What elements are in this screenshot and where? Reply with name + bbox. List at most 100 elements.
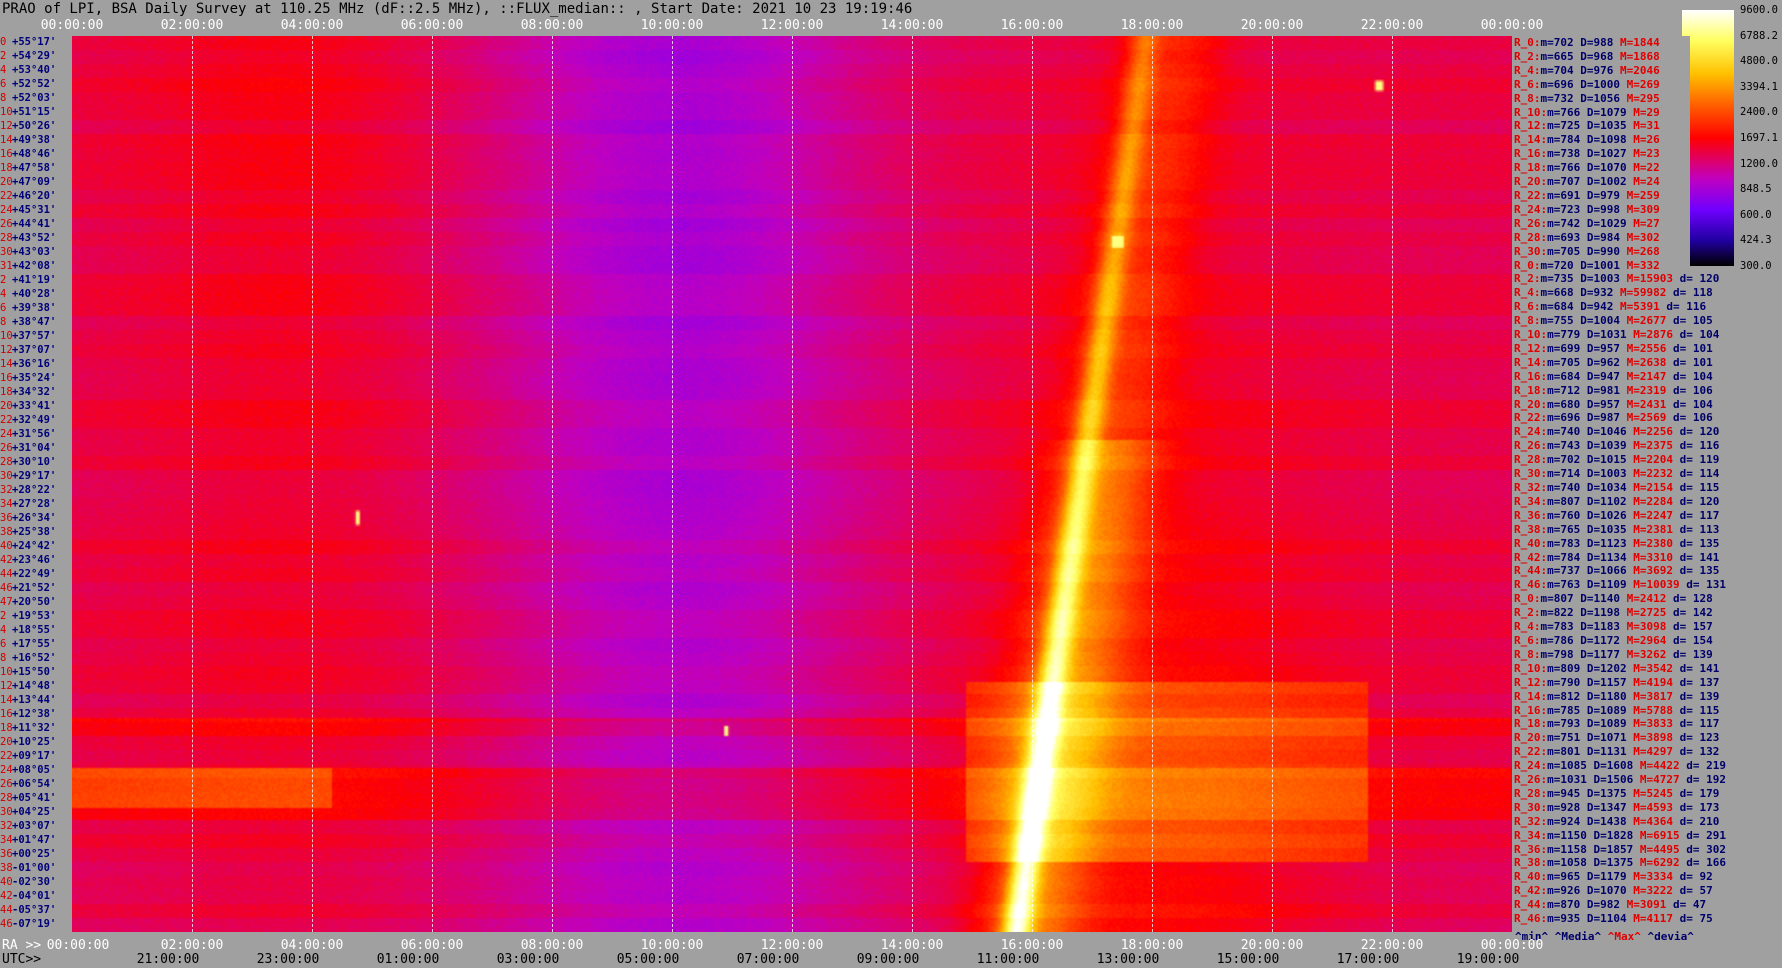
row-index: 40 (0, 876, 13, 888)
stat-max: M=3091 (1626, 898, 1667, 912)
stat-med: D=1026 (1586, 508, 1634, 522)
declination-row-label: 4 +18°55' (0, 624, 72, 636)
stat-max: M=6915 (1639, 828, 1680, 842)
row-index: 4 (0, 624, 7, 636)
row-index: 6 (0, 302, 7, 314)
stat-max: M=3222 (1633, 884, 1673, 898)
row-declination: +12°38' (12, 708, 57, 720)
row-declination: +43°03' (12, 246, 57, 258)
colorbar-tick: 2400.0 (1740, 106, 1778, 119)
row-stat: R_34:m=1150 D=1828 M=6915 d= 291 (1514, 829, 1726, 842)
declination-row-label: 30+04°25' (0, 806, 72, 818)
row-stat: R_4:m=668 D=932 M=59982 d= 118 (1514, 286, 1713, 299)
declination-row-label: 8 +52°03' (0, 92, 72, 104)
stat-med: D=1089 (1586, 717, 1634, 731)
row-stat: R_46:m=763 D=1109 M=10039 d= 131 (1514, 578, 1726, 591)
stat-max: M=2725 (1626, 606, 1667, 620)
row-declination: +08°05' (12, 764, 57, 776)
row-stat: R_16:m=684 D=947 M=2147 d= 104 (1514, 370, 1713, 383)
stat-min: m=765 (1547, 522, 1587, 536)
row-stat: R_14:m=705 D=962 M=2638 d= 101 (1514, 356, 1713, 369)
declination-row-label: 47+20°50' (0, 596, 72, 608)
stat-med: D=1375 (1593, 856, 1640, 870)
stat-max: M=302 (1626, 230, 1660, 244)
stat-r: R_4: (1514, 286, 1541, 300)
stat-max: M=3833 (1633, 717, 1673, 731)
row-stat: R_12:m=699 D=957 M=2556 d= 101 (1514, 342, 1713, 355)
utc-tick: 11:00:00 (976, 952, 1040, 967)
stat-dev: d= 114 (1672, 467, 1720, 481)
row-index: 26 (0, 442, 13, 454)
declination-row-label: 24+45°31' (0, 204, 72, 216)
row-declination: +03°07' (12, 820, 57, 832)
stat-r: R_12: (1514, 119, 1548, 133)
stat-r: R_20: (1514, 731, 1548, 745)
row-stats-panel: R_0:m=702 D=988 M=1844 R_2:m=665 D=968 M=… (1512, 36, 1726, 940)
row-index: 4 (0, 64, 7, 76)
stat-med: D=1102 (1586, 494, 1634, 508)
stat-dev: d= 101 (1666, 341, 1713, 355)
stat-min: m=665 (1540, 49, 1581, 63)
stat-med: D=979 (1586, 188, 1627, 202)
row-stat: R_32:m=740 D=1034 M=2154 d= 115 (1514, 481, 1719, 494)
row-index: 32 (0, 820, 13, 832)
stat-med: D=998 (1586, 202, 1627, 216)
stat-max: M=10039 (1633, 578, 1680, 592)
row-declination: +33°41' (12, 400, 57, 412)
row-declination: +14°48' (12, 680, 57, 692)
row-stat: R_36:m=1158 D=1857 M=4495 d= 302 (1514, 843, 1726, 856)
stat-r: R_42: (1514, 884, 1548, 898)
declination-row-label: 14+36°16' (0, 358, 72, 370)
stat-med: D=1001 (1580, 258, 1627, 272)
stat-dev: d= 115 (1672, 481, 1720, 494)
stat-min: m=924 (1547, 814, 1587, 828)
stat-max: M=3334 (1633, 870, 1673, 884)
stat-max: M=2204 (1633, 453, 1673, 467)
stat-r: R_18: (1514, 717, 1548, 731)
stat-r: R_0: (1514, 258, 1541, 272)
row-declination: +39°38' (12, 302, 57, 314)
stat-med: D=1202 (1586, 661, 1634, 675)
stat-r: R_30: (1514, 467, 1548, 481)
stat-min: m=696 (1540, 77, 1581, 91)
stat-min: m=740 (1547, 425, 1587, 439)
ra-tick: 18:00:00 (1120, 938, 1184, 953)
row-stat: R_4:m=783 D=1183 M=3098 d= 157 (1514, 620, 1713, 633)
stat-r: R_32: (1514, 814, 1548, 828)
row-index: 12 (0, 344, 13, 356)
top-axis-tick: 14:00:00 (880, 18, 944, 33)
stat-r: R_28: (1514, 786, 1548, 800)
stat-med: D=1857 (1593, 842, 1640, 856)
declination-labels: 0 +55°17' 2 +54°29' 4 +53°40' 6 +52°52' 8 +52°03'… (0, 36, 72, 932)
declination-row-label: 12+37°07' (0, 344, 72, 356)
row-index: 44 (0, 904, 13, 916)
top-axis-tick: 06:00:00 (400, 18, 464, 33)
stat-min: m=763 (1547, 578, 1587, 592)
row-stat: R_8:m=798 D=1177 M=3262 d= 139 (1514, 648, 1713, 661)
top-axis-tick: 00:00:00 (1480, 18, 1544, 33)
row-declination: +00°25' (12, 848, 57, 860)
utc-tick: 15:00:00 (1216, 952, 1280, 967)
stat-r: R_6: (1514, 77, 1541, 91)
stat-r: R_24: (1514, 202, 1548, 216)
declination-row-label: 8 +16°52' (0, 652, 72, 664)
row-stat: R_10:m=766 D=1079 M=29 (1514, 106, 1660, 119)
ra-tick: 00:00:00 (1480, 938, 1544, 953)
ra-tick: 12:00:00 (760, 938, 824, 953)
time-gridline (672, 36, 673, 932)
stat-min: m=732 (1540, 91, 1581, 105)
stat-max: M=259 (1626, 188, 1660, 202)
stat-dev: d= 113 (1672, 522, 1720, 536)
row-declination: +04°25' (12, 806, 57, 818)
row-stat: R_16:m=738 D=1027 M=23 (1514, 147, 1660, 160)
stat-min: m=707 (1547, 175, 1587, 189)
row-declination: +46°20' (12, 190, 57, 202)
declination-row-label: 28+05°41' (0, 792, 72, 804)
stat-min: m=1085 (1547, 759, 1594, 773)
row-declination: +43°52' (12, 232, 57, 244)
declination-row-label: 8 +38°47' (0, 316, 72, 328)
row-stat: R_24:m=1085 D=1608 M=4422 d= 219 (1514, 759, 1726, 772)
row-stat: R_10:m=779 D=1031 M=2876 d= 104 (1514, 328, 1719, 341)
row-declination: +51°15' (12, 106, 57, 118)
stat-dev: d= 106 (1666, 383, 1713, 397)
